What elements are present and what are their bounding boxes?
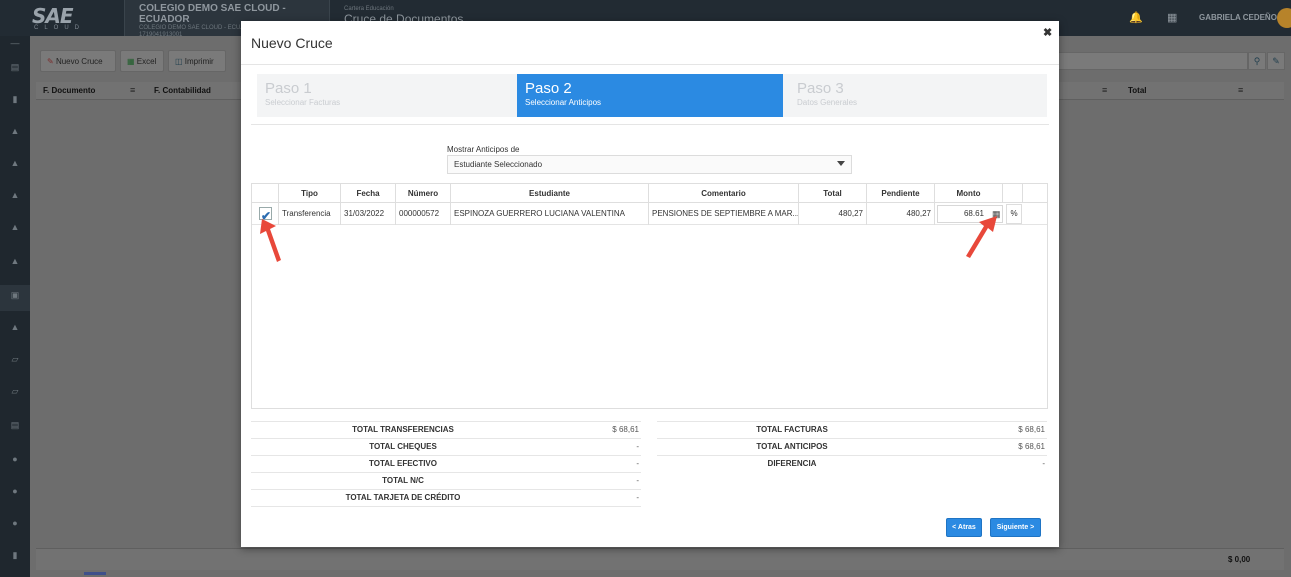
annotation-arrows [260,216,997,262]
annotation-arrow-right [966,216,997,258]
annotation-arrow-left [260,219,281,262]
